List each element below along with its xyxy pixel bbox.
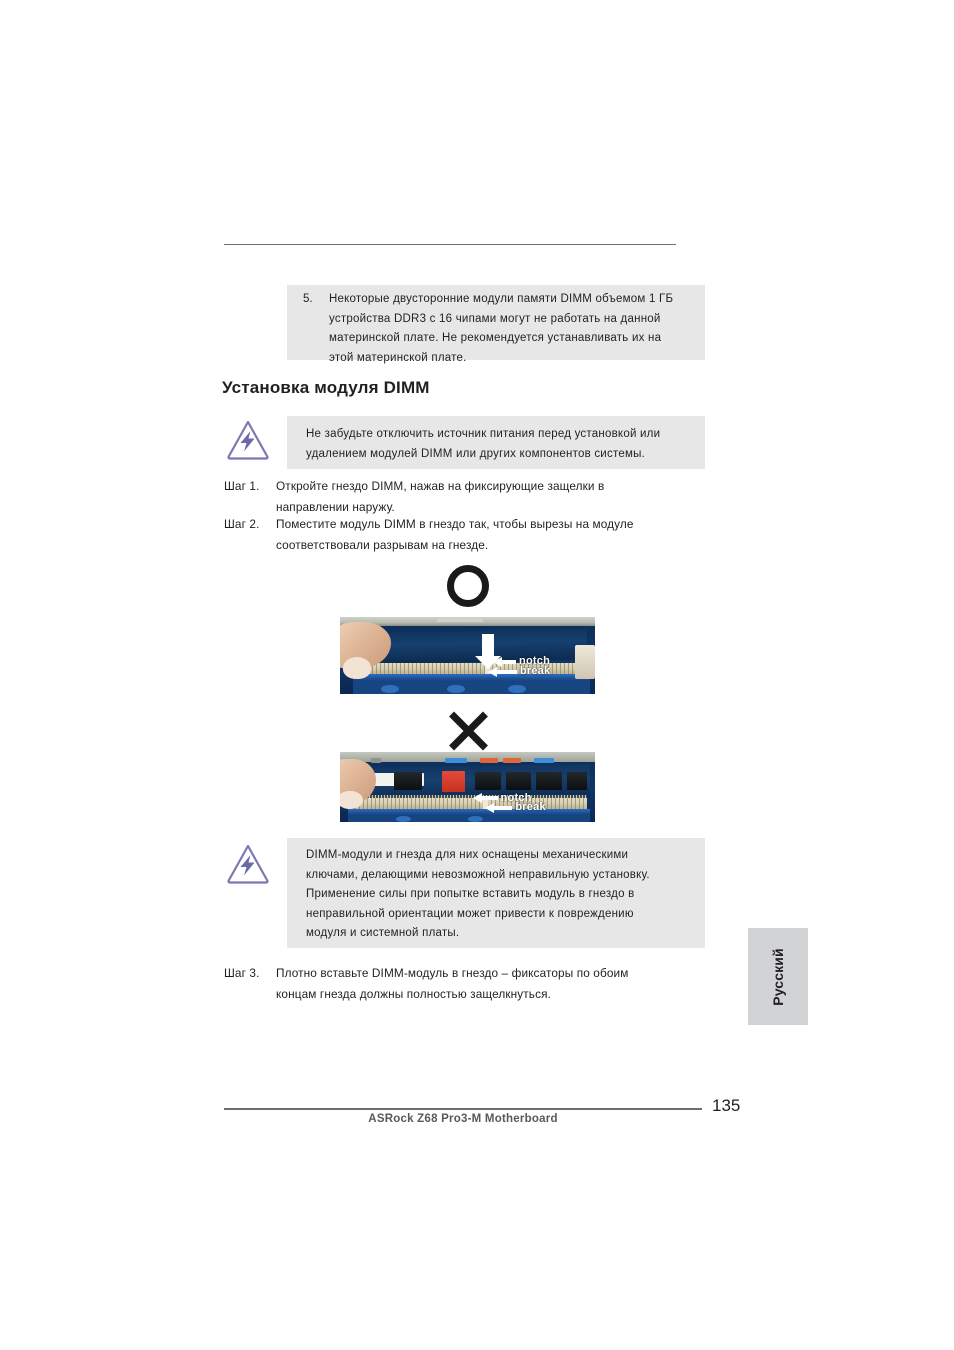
step-3: Шаг 3. Плотно вставьте DIMM-модуль в гне…: [224, 963, 694, 1005]
warning-lightning-icon: [226, 843, 270, 885]
step-2-line: Поместите модуль DIMM в гнездо так, чтоб…: [276, 517, 634, 531]
socket-contacts: [355, 798, 588, 810]
memory-chip: [566, 771, 588, 790]
socket-base: [352, 673, 590, 682]
fingernail: [340, 790, 363, 809]
step-3-line: Плотно вставьте DIMM-модуль в гнездо – ф…: [276, 966, 629, 980]
figure-correct-insertion: notch break: [340, 617, 595, 694]
note-5-line: Некоторые двусторонние модули памяти DIM…: [329, 293, 674, 305]
note-5-line: материнской плате. Не рекомендуется уста…: [329, 332, 662, 344]
socket-retaining-clip: [574, 644, 595, 679]
warning-2-text: DIMM-модули и гнезда для них оснащены ме…: [306, 846, 698, 944]
socket-break-key: [482, 798, 489, 810]
circle-correct-mark: [447, 565, 489, 607]
board-connector: [503, 757, 522, 764]
board-connector: [533, 757, 555, 764]
memory-chip: [505, 771, 532, 790]
step-1-label: Шаг 1.: [224, 479, 260, 493]
language-tab: Русский: [748, 928, 808, 1025]
board-hole: [447, 684, 465, 694]
memory-chip: [393, 771, 422, 790]
warning-2-line: неправильной ориентации может привести к…: [306, 907, 634, 920]
footer-text: ASRock Z68 Pro3-M Motherboard: [368, 1113, 558, 1125]
note-5-line: устройства DDR3 с 16 чипами могут не раб…: [329, 312, 661, 325]
warning-2-line: ключами, делающими невозможной неправиль…: [306, 868, 650, 881]
dimm-red-pad: [442, 770, 465, 792]
dimm-socket: [355, 798, 588, 810]
warning-1-line: Не забудьте отключить источник питания п…: [306, 428, 661, 440]
step-1-line: Откройте гнездо DIMM, нажав на фиксирующ…: [276, 479, 605, 493]
warning-2-line: Применение силы при попытке вставить мод…: [306, 888, 635, 900]
warning-2-line: DIMM-модули и гнезда для них оснащены ме…: [306, 849, 629, 861]
step-1: Шаг 1. Откройте гнездо DIMM, нажав на фи…: [224, 476, 694, 518]
board-connector: [480, 757, 499, 764]
language-tab-label: Русский: [770, 947, 786, 1006]
memory-chip: [536, 771, 562, 790]
board-connector: [436, 617, 483, 623]
step-3-line: концам гнезда должны полностью защелкнут…: [276, 987, 551, 1001]
step-3-label: Шаг 3.: [224, 966, 260, 980]
fingernail: [342, 657, 371, 679]
page-number: 135: [712, 1096, 741, 1115]
board-hole: [467, 815, 483, 822]
note-5-text: Некоторые двусторонние модули памяти DIM…: [329, 290, 694, 368]
step-2: Шаг 2. Поместите модуль DIMM в гнездо та…: [224, 514, 694, 556]
press-down-arrow: [474, 633, 501, 670]
board-connector: [444, 757, 468, 764]
warning-1-text: Не забудьте отключить источник питания п…: [306, 425, 696, 464]
manual-page: 5. Некоторые двусторонние модули памяти …: [0, 0, 954, 1350]
warning-2-line: модуля и системной платы.: [306, 927, 460, 939]
note-5-line: этой материнской плате.: [329, 351, 467, 364]
warning-lightning-icon: [226, 419, 270, 461]
header-rule: [224, 244, 676, 245]
figure-incorrect-insertion: notch break: [340, 752, 595, 822]
step-2-label: Шаг 2.: [224, 517, 260, 531]
board-hole: [380, 684, 399, 694]
footer-rule: [224, 1108, 702, 1110]
section-heading: Установка модуля DIMM: [222, 378, 430, 397]
step-2-line: соответствовали разрывам на гнезде.: [276, 538, 489, 552]
memory-chip: [475, 771, 501, 790]
cross-incorrect-mark: [444, 707, 492, 755]
warning-1-line: удалением модулей DIMM или других компон…: [306, 447, 645, 460]
note-5-number: 5.: [303, 293, 313, 305]
board-connector: [370, 757, 381, 764]
